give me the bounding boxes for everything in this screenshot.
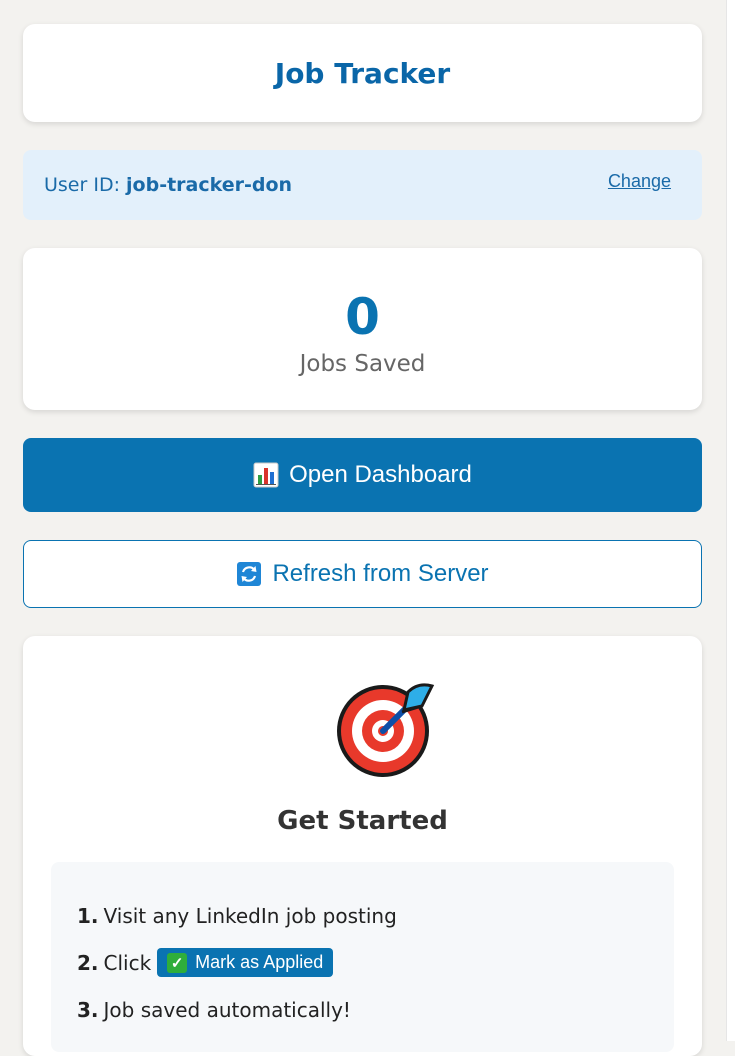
refresh-icon <box>236 561 262 587</box>
change-user-link[interactable]: Change <box>608 171 671 192</box>
step-2: 2. Click ✓ Mark as Applied <box>77 939 674 986</box>
step-number: 3. <box>77 997 99 1022</box>
get-started-card: Get Started 1. Visit any LinkedIn job po… <box>23 636 702 1056</box>
mark-as-applied-badge: ✓ Mark as Applied <box>157 948 334 977</box>
stats-card: 0 Jobs Saved <box>23 248 702 410</box>
step-text: Visit any LinkedIn job posting <box>103 903 397 928</box>
checkmark-icon: ✓ <box>167 952 188 973</box>
user-id-bar: User ID: job-tracker-don Change <box>23 150 702 220</box>
user-id-label: User ID: <box>44 174 127 196</box>
steps-list: 1. Visit any LinkedIn job posting 2. Cli… <box>51 862 674 1052</box>
mark-as-applied-label: Mark as Applied <box>195 952 324 972</box>
user-id-text: User ID: job-tracker-don <box>44 174 292 196</box>
step-text: Click <box>103 950 152 975</box>
step-3: 3. Job saved automatically! <box>77 986 674 1033</box>
jobs-saved-count: 0 <box>345 288 380 346</box>
app-title: Job Tracker <box>274 56 451 90</box>
scrollbar[interactable] <box>726 0 735 1041</box>
target-icon <box>336 678 436 778</box>
open-dashboard-button[interactable]: Open Dashboard <box>23 438 702 512</box>
bar-chart-icon <box>253 462 279 488</box>
get-started-title: Get Started <box>277 806 448 836</box>
step-text: Job saved automatically! <box>103 997 351 1022</box>
jobs-saved-label: Jobs Saved <box>299 351 426 377</box>
refresh-server-button[interactable]: Refresh from Server <box>23 540 702 608</box>
header-card: Job Tracker <box>23 24 702 122</box>
refresh-server-label: Refresh from Server <box>272 560 489 587</box>
step-1: 1. Visit any LinkedIn job posting <box>77 892 674 939</box>
user-id-value: job-tracker-don <box>126 174 293 196</box>
open-dashboard-label: Open Dashboard <box>289 461 472 488</box>
step-number: 2. <box>77 950 99 975</box>
step-number: 1. <box>77 903 99 928</box>
